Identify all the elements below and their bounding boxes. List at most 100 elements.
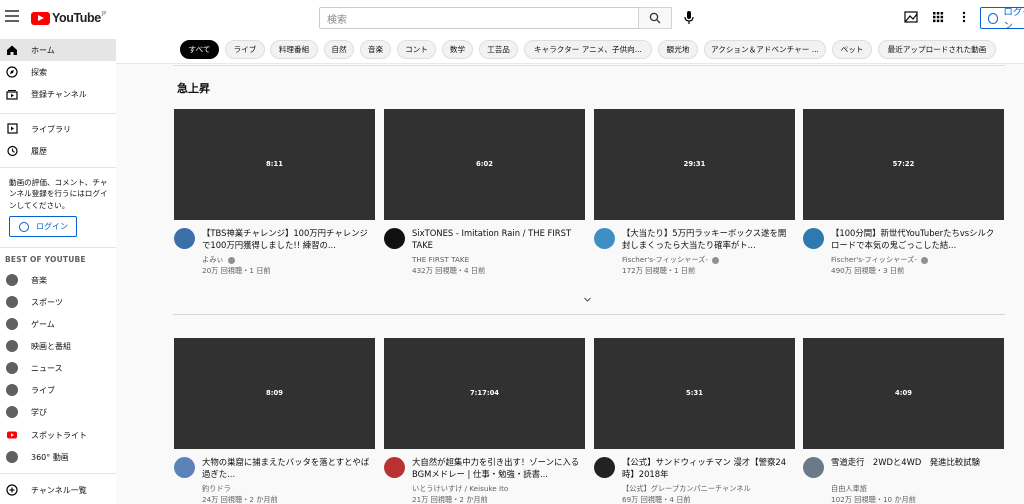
video-title[interactable]: 【大当たり】5万円ラッキーボックス遂を開封しまくったら大当たり確率がト... bbox=[622, 227, 792, 252]
chip[interactable]: 観光地 bbox=[658, 40, 698, 59]
video-thumbnail[interactable]: 6:02 bbox=[384, 109, 585, 220]
sidebar-item-vr[interactable]: 360° 動画 bbox=[0, 446, 116, 468]
video-thumbnail[interactable]: 5:31 bbox=[594, 338, 795, 449]
video-thumbnail[interactable]: 29:31 bbox=[594, 109, 795, 220]
channel-name-text: 釣りドラ bbox=[202, 484, 231, 493]
chevron-down-icon[interactable] bbox=[583, 295, 592, 304]
sidebar-item-browse-channels[interactable]: チャンネル一覧 bbox=[0, 479, 116, 501]
channel-avatar[interactable] bbox=[594, 228, 615, 249]
video-thumbnail[interactable]: 8:11 bbox=[174, 109, 375, 220]
sidebar-item-history[interactable]: 履歴 bbox=[0, 140, 116, 162]
sidebar-item-movies[interactable]: 映画と番組 bbox=[0, 335, 116, 357]
more-vert-icon[interactable] bbox=[957, 10, 971, 24]
channel-avatar[interactable] bbox=[384, 228, 405, 249]
channel-name[interactable]: いとうけいすけ / Keisuke Ito bbox=[412, 484, 582, 494]
chip[interactable]: 工芸品 bbox=[479, 40, 518, 59]
video-thumbnail[interactable]: 8:09 bbox=[174, 338, 375, 449]
video-title[interactable]: 大自然が超集中力を引き出す！ゾーンに入るBGMメドレー | 仕事・勉強・読書..… bbox=[412, 456, 582, 481]
channel-name-text: Fischer's-フィッシャーズ- bbox=[622, 255, 708, 264]
video-thumbnail[interactable]: 57:22 bbox=[803, 109, 1004, 220]
spotlight-icon bbox=[7, 431, 17, 439]
channel-name[interactable]: 釣りドラ bbox=[202, 484, 372, 494]
channel-name[interactable]: Fischer's-フィッシャーズ- bbox=[622, 255, 792, 265]
menu-icon[interactable] bbox=[5, 10, 19, 24]
news-icon bbox=[6, 362, 18, 374]
sidebar-item-sports[interactable]: スポーツ bbox=[0, 291, 116, 313]
sidebar-item-live[interactable]: ライブ bbox=[0, 379, 116, 401]
sidebar-item-subscriptions[interactable]: 登録チャンネル bbox=[0, 83, 116, 105]
logo-text: YouTube bbox=[52, 11, 101, 25]
sidebar-item-music[interactable]: 音楽 bbox=[0, 269, 116, 291]
channel-avatar[interactable] bbox=[803, 228, 824, 249]
sidebar-item-explore[interactable]: 探索 bbox=[0, 61, 116, 83]
video-title[interactable]: SixTONES - Imitation Rain / THE FIRST TA… bbox=[412, 227, 582, 252]
search-button[interactable] bbox=[638, 7, 672, 29]
sidebar-item-label: 探索 bbox=[31, 67, 47, 77]
sidebar-item-label: 学び bbox=[31, 407, 47, 417]
sidebar-item-library[interactable]: ライブラリ bbox=[0, 118, 116, 140]
sidebar-item-home[interactable]: ホーム bbox=[0, 39, 116, 61]
video-duration: 5:31 bbox=[686, 389, 703, 397]
video-meta: 102万 回視聴・10 か月前 bbox=[831, 495, 916, 504]
channel-name[interactable]: 自由人車旅 bbox=[831, 484, 1001, 494]
sidebar-item-spotlight[interactable]: スポットライト bbox=[0, 424, 116, 446]
video-duration: 4:09 bbox=[895, 389, 912, 397]
chip[interactable]: 自然 bbox=[324, 40, 354, 59]
login-button[interactable]: ログイン bbox=[980, 7, 1024, 32]
sidebar-item-learning[interactable]: 学び bbox=[0, 401, 116, 423]
sidebar-login-button[interactable]: ログイン bbox=[9, 216, 77, 237]
sidebar-item-gaming[interactable]: ゲーム bbox=[0, 313, 116, 335]
apps-icon[interactable] bbox=[931, 10, 945, 24]
video-title[interactable]: 雪道走行 2WDと4WD 発進比較試験 bbox=[831, 456, 1001, 481]
video-title[interactable]: 【100分間】新世代YouTuberたちvsシルクロードで本気の鬼ごっこした結.… bbox=[831, 227, 1001, 252]
gaming-icon bbox=[6, 318, 18, 330]
channel-avatar[interactable] bbox=[384, 457, 405, 478]
chip[interactable]: 料理番組 bbox=[270, 40, 318, 59]
divider bbox=[173, 314, 1005, 315]
channel-name-text: よみぃ bbox=[202, 255, 224, 264]
video-title[interactable]: 【公式】サンドウィッチマン 漫才【警察24時】2018年 bbox=[622, 456, 792, 481]
channel-avatar[interactable] bbox=[803, 457, 824, 478]
channel-avatar[interactable] bbox=[594, 457, 615, 478]
microphone-icon[interactable] bbox=[682, 10, 696, 26]
youtube-logo[interactable]: YouTube JP bbox=[31, 11, 106, 25]
channel-avatar[interactable] bbox=[174, 228, 195, 249]
chip[interactable]: コント bbox=[397, 40, 436, 59]
channel-name[interactable]: よみぃ bbox=[202, 255, 372, 265]
sidebar-item-label: 360° 動画 bbox=[31, 452, 69, 462]
chip[interactable]: 数学 bbox=[442, 40, 473, 59]
play-logo-icon bbox=[31, 11, 50, 25]
account-icon bbox=[19, 221, 29, 232]
chip[interactable]: 音楽 bbox=[360, 40, 391, 59]
video-title[interactable]: 【TBS神業チャレンジ】100万円チャレンジで100万円獲得しました!! 練習の… bbox=[202, 227, 372, 252]
chip-all[interactable]: すべて bbox=[180, 40, 219, 59]
search-input[interactable]: 検索 bbox=[319, 7, 639, 29]
login-label: ログイン bbox=[1003, 7, 1024, 32]
channel-avatar[interactable] bbox=[174, 457, 195, 478]
chip[interactable]: キャラクター アニメ、子供向... bbox=[524, 40, 652, 59]
channel-name[interactable]: 【公式】グレープカンパニーチャンネル bbox=[622, 484, 792, 494]
video-title[interactable]: 大物の巣窟に捕まえたバッタを落とすとやば過ぎた... bbox=[202, 456, 372, 481]
chip[interactable]: ペット bbox=[832, 40, 872, 59]
chip[interactable]: ライブ bbox=[225, 40, 265, 59]
best-of-youtube-heading: BEST OF YOUTUBE bbox=[5, 255, 86, 264]
sidebar-item-label: 履歴 bbox=[31, 146, 47, 156]
home-icon bbox=[7, 45, 17, 55]
verified-icon bbox=[227, 256, 235, 264]
account-icon bbox=[988, 12, 999, 24]
sidebar-item-label: ライブ bbox=[31, 385, 55, 395]
sidebar-item-news[interactable]: ニュース bbox=[0, 357, 116, 379]
sidebar-item-label: 登録チャンネル bbox=[31, 89, 87, 99]
video-thumbnail[interactable]: 7:17:04 bbox=[384, 338, 585, 449]
channel-name[interactable]: Fischer's-フィッシャーズ- bbox=[831, 255, 1001, 265]
video-thumbnail[interactable]: 4:09 bbox=[803, 338, 1004, 449]
channel-name[interactable]: THE FIRST TAKE bbox=[412, 255, 582, 264]
sidebar-item-label: 音楽 bbox=[31, 275, 47, 285]
video-meta: 172万 回視聴・1 日前 bbox=[622, 266, 696, 275]
create-video-icon[interactable] bbox=[904, 10, 918, 24]
sidebar-item-label: スポットライト bbox=[31, 430, 87, 440]
chip[interactable]: 最近アップロードされた動画 bbox=[878, 40, 996, 59]
login-label: ログイン bbox=[36, 222, 68, 231]
chip[interactable]: アクション＆アドベンチャー ... bbox=[704, 40, 826, 59]
video-meta: 21万 回視聴・2 か月前 bbox=[412, 495, 488, 504]
